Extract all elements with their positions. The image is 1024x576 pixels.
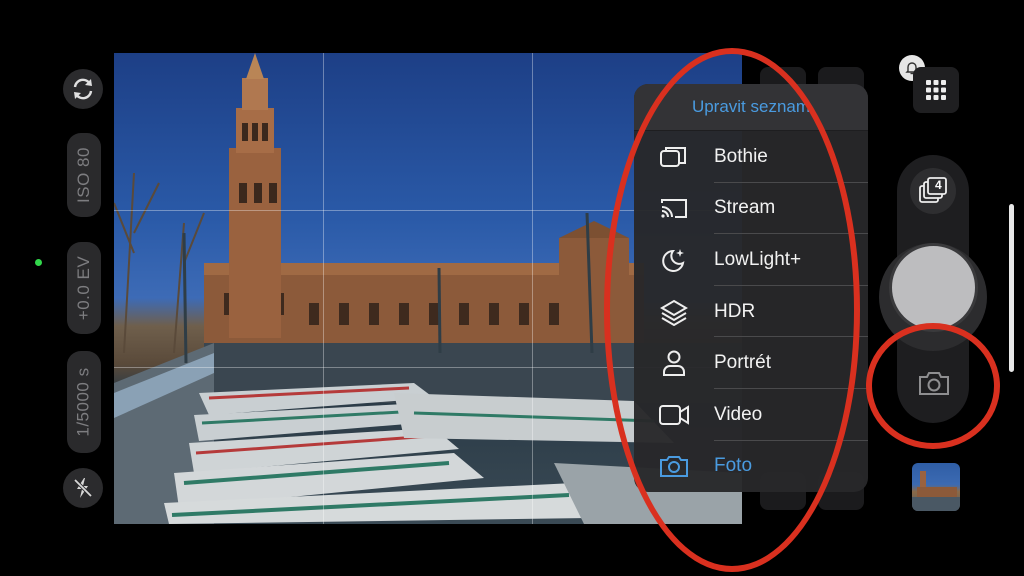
rotate-camera-icon [73, 78, 93, 100]
shutter-speed-control[interactable]: 1/5000 s [67, 351, 101, 453]
grid-icon [926, 80, 946, 100]
grid-line [532, 53, 533, 524]
switch-camera-button[interactable] [63, 69, 103, 109]
iso-control[interactable]: ISO 80 [67, 133, 101, 217]
flash-button[interactable] [63, 468, 103, 508]
burst-count: 4 [935, 178, 942, 192]
status-indicator [35, 259, 42, 266]
iso-value: ISO 80 [74, 147, 94, 203]
zoom-slider[interactable] [1009, 204, 1014, 372]
burst-count-button[interactable]: 4 [910, 168, 956, 214]
ev-value: +0.0 EV [74, 255, 93, 321]
thumbnail-image [912, 471, 960, 511]
last-photo-thumbnail[interactable] [912, 463, 960, 511]
shutter-speed-value: 1/5000 s [74, 367, 94, 437]
grid-line [323, 53, 324, 524]
flash-off-icon [73, 478, 93, 498]
ev-control[interactable]: +0.0 EV [67, 242, 101, 334]
annotation-ellipse [604, 48, 860, 572]
grid-menu-button[interactable] [913, 67, 959, 113]
shutter-button[interactable] [889, 243, 978, 332]
burst-stack-icon [919, 177, 947, 203]
annotation-ellipse [866, 323, 1000, 449]
